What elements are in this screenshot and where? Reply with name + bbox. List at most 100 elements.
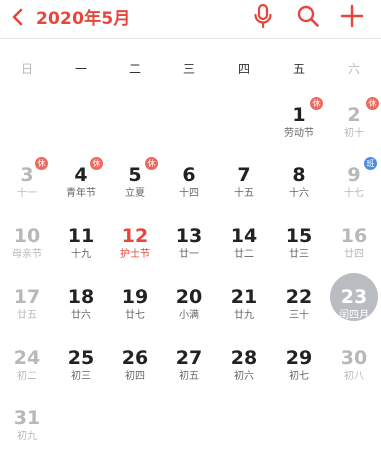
month-title[interactable]: 2020年5月 xyxy=(36,4,131,29)
day-cell[interactable]: 10 母亲节 xyxy=(0,224,54,274)
weekday-row: 日 一 二 三 四 五 六 xyxy=(0,60,381,80)
day-sub-label: 廿四 xyxy=(344,249,364,260)
day-number: 21 xyxy=(230,286,258,308)
day-sub-label: 劳动节 xyxy=(284,128,314,139)
chevron-left-icon[interactable] xyxy=(8,6,28,28)
day-sub-label: 廿五 xyxy=(17,310,37,321)
day-sub-label: 廿七 xyxy=(125,310,145,321)
day-number: 12 xyxy=(121,225,149,247)
day-number: 22 xyxy=(285,286,313,308)
day-sub-label: 初九 xyxy=(17,431,37,442)
day-number: 31 xyxy=(13,407,41,429)
day-cell[interactable]: 12 护士节 xyxy=(108,224,162,274)
day-number: 8 xyxy=(292,164,306,186)
calendar-header: 2020年5月 xyxy=(0,0,381,36)
day-number: 26 xyxy=(121,347,149,369)
holiday-badge: 休 xyxy=(310,97,323,110)
day-number: 27 xyxy=(175,347,203,369)
day-sub-label: 小满 xyxy=(179,310,199,321)
day-cell[interactable]: 8 十六 xyxy=(272,163,326,213)
day-sub-label: 三十 xyxy=(289,310,309,321)
day-number: 23 xyxy=(340,286,368,308)
day-cell[interactable]: 6 十四 xyxy=(162,163,216,213)
day-cell[interactable]: 9 十七 班 xyxy=(327,157,381,213)
day-sub-label: 初六 xyxy=(234,371,254,382)
day-number: 11 xyxy=(67,225,95,247)
day-cell[interactable]: 31 初九 xyxy=(0,406,54,456)
day-sub-label: 十六 xyxy=(289,188,309,199)
day-cell[interactable]: 25 初三 xyxy=(54,346,108,396)
day-cell[interactable]: 16 廿四 xyxy=(327,224,381,274)
day-sub-label: 廿九 xyxy=(234,310,254,321)
day-cell[interactable]: 30 初八 xyxy=(327,346,381,396)
day-sub-label: 十一 xyxy=(17,188,37,199)
day-number: 19 xyxy=(121,286,149,308)
day-cell[interactable]: 19 廿七 xyxy=(108,285,162,335)
weekday-fri: 五 xyxy=(292,62,305,76)
weekday-sun: 日 xyxy=(20,62,33,76)
microphone-icon[interactable] xyxy=(250,3,276,29)
holiday-badge: 休 xyxy=(90,157,103,170)
day-number: 29 xyxy=(285,347,313,369)
day-cell[interactable]: 18 廿六 xyxy=(54,285,108,335)
day-sub-label: 十七 xyxy=(344,188,364,199)
weekday-wed: 三 xyxy=(182,62,195,76)
day-cell[interactable]: 20 小满 xyxy=(162,285,216,335)
day-number: 18 xyxy=(67,286,95,308)
day-number: 30 xyxy=(340,347,368,369)
day-number: 25 xyxy=(67,347,95,369)
day-cell[interactable]: 22 三十 xyxy=(272,285,326,335)
day-sub-label: 十四 xyxy=(179,188,199,199)
day-cell[interactable]: 26 初四 xyxy=(108,346,162,396)
plus-icon[interactable] xyxy=(339,3,365,29)
holiday-badge: 休 xyxy=(35,157,48,170)
day-number: 14 xyxy=(230,225,258,247)
day-sub-label: 十九 xyxy=(71,249,91,260)
day-cell[interactable]: 1 劳动节 休 xyxy=(272,97,326,153)
day-cell[interactable]: 2 初十 休 xyxy=(327,97,381,153)
day-cell[interactable]: 29 初七 xyxy=(272,346,326,396)
weekday-thu: 四 xyxy=(237,62,250,76)
day-cell[interactable]: 3 十一 休 xyxy=(0,157,54,213)
day-sub-label: 廿六 xyxy=(71,310,91,321)
day-sub-label: 闰四月 xyxy=(339,310,369,321)
day-cell[interactable]: 28 初六 xyxy=(217,346,271,396)
day-number: 24 xyxy=(13,347,41,369)
day-sub-label: 初七 xyxy=(289,371,309,382)
day-cell[interactable]: 7 十五 xyxy=(217,163,271,213)
holiday-badge: 休 xyxy=(366,97,379,110)
day-sub-label: 初十 xyxy=(344,128,364,139)
day-cell[interactable]: 5 立夏 休 xyxy=(108,157,162,213)
search-icon[interactable] xyxy=(295,3,321,29)
day-number: 13 xyxy=(175,225,203,247)
day-sub-label: 青年节 xyxy=(66,188,96,199)
workday-badge: 班 xyxy=(364,157,377,170)
weekday-sat: 六 xyxy=(347,62,360,76)
holiday-badge: 休 xyxy=(145,157,158,170)
day-sub-label: 廿三 xyxy=(289,249,309,260)
day-cell[interactable]: 27 初五 xyxy=(162,346,216,396)
day-sub-label: 十五 xyxy=(234,188,254,199)
day-cell[interactable]: 24 初二 xyxy=(0,346,54,396)
day-sub-label: 护士节 xyxy=(120,249,150,260)
header-divider xyxy=(0,38,381,39)
day-cell[interactable]: 21 廿九 xyxy=(217,285,271,335)
day-sub-label: 母亲节 xyxy=(12,249,42,260)
day-sub-label: 廿一 xyxy=(179,249,199,260)
day-cell[interactable]: 4 青年节 休 xyxy=(54,157,108,213)
day-sub-label: 初四 xyxy=(125,371,145,382)
day-cell[interactable]: 17 廿五 xyxy=(0,285,54,335)
day-sub-label: 立夏 xyxy=(125,188,145,199)
day-number: 15 xyxy=(285,225,313,247)
day-number: 10 xyxy=(13,225,41,247)
day-cell[interactable]: 11 十九 xyxy=(54,224,108,274)
day-number: 16 xyxy=(340,225,368,247)
day-cell[interactable]: 14 廿二 xyxy=(217,224,271,274)
day-cell[interactable]: 15 廿三 xyxy=(272,224,326,274)
day-sub-label: 初五 xyxy=(179,371,199,382)
day-cell-today[interactable]: 23 闰四月 xyxy=(327,273,381,335)
day-sub-label: 廿二 xyxy=(234,249,254,260)
day-cell[interactable]: 13 廿一 xyxy=(162,224,216,274)
day-sub-label: 初二 xyxy=(17,371,37,382)
day-number: 7 xyxy=(237,164,251,186)
